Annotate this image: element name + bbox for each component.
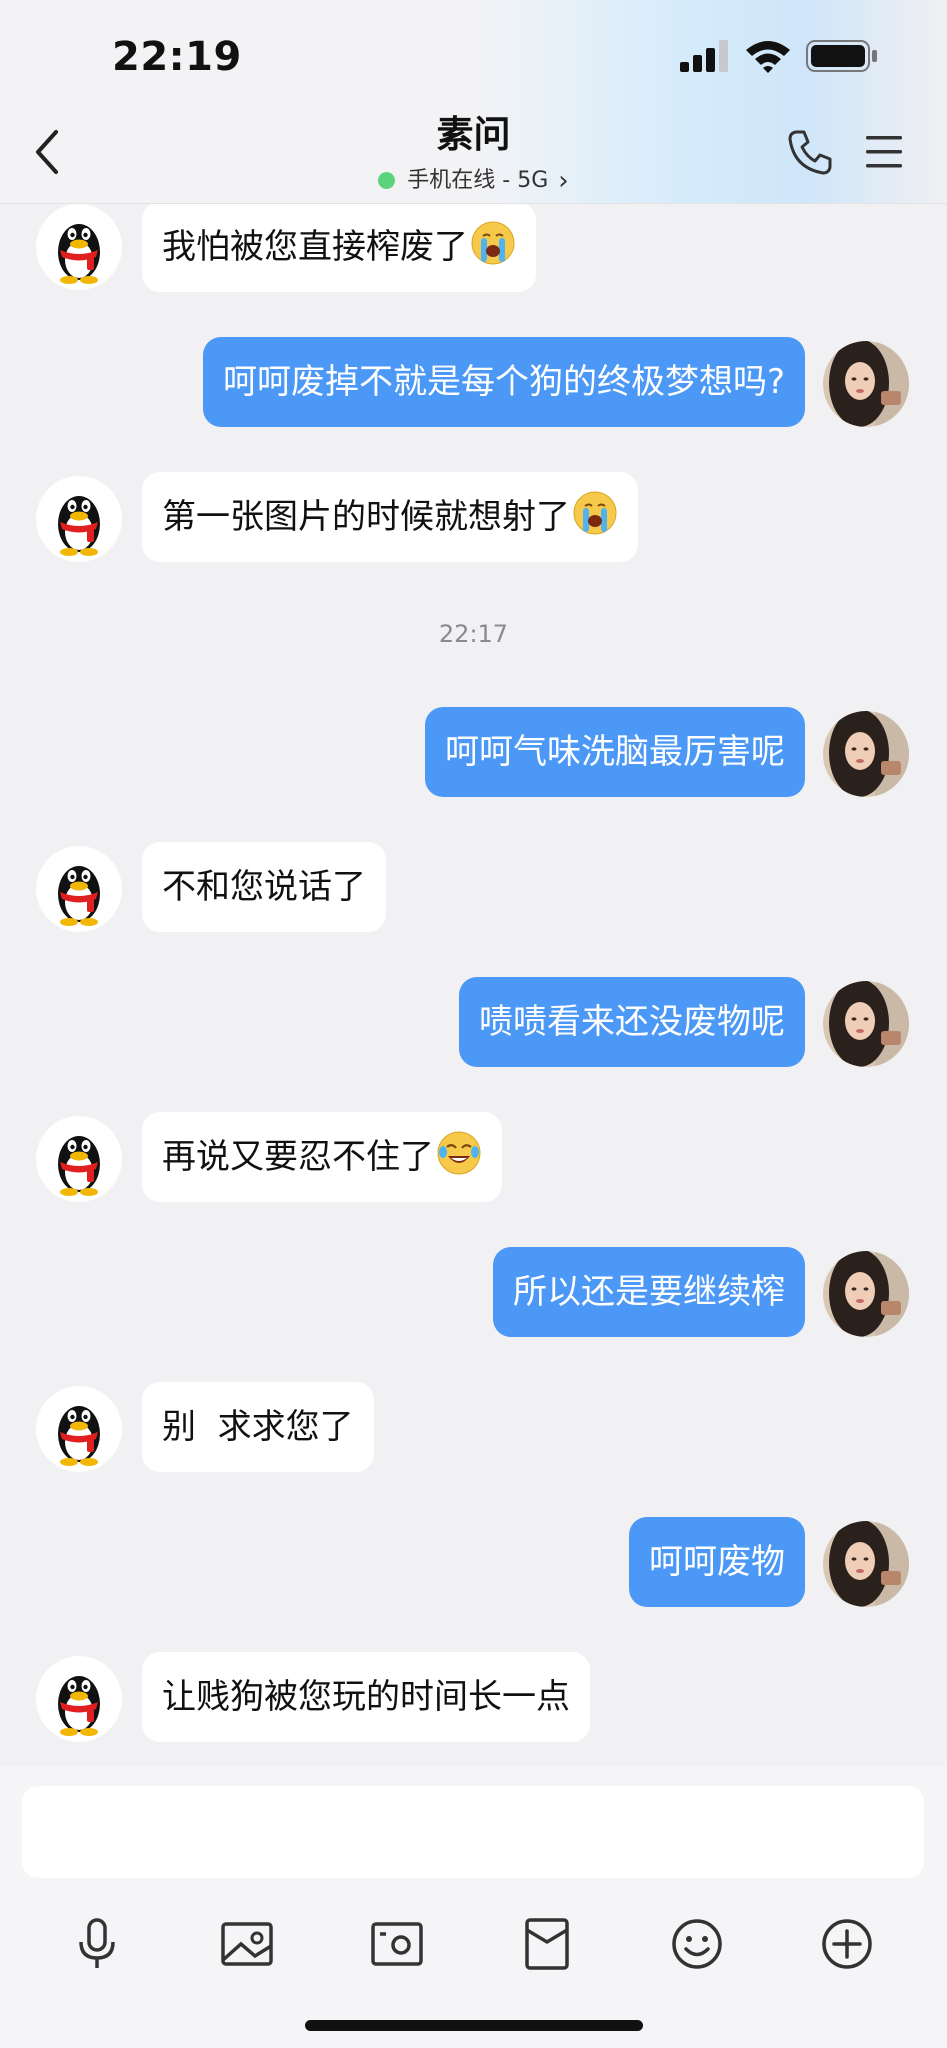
- penguin-avatar-icon: [58, 1676, 100, 1736]
- image-icon[interactable]: [219, 1916, 275, 1972]
- user-photo-icon: [823, 711, 909, 797]
- chat-area: 我怕被您直接榨废了 呵呵废掉不就是每个狗的终极梦想吗? 第一张图片的时候就想射了…: [0, 0, 947, 1766]
- user-avatar[interactable]: [823, 711, 909, 797]
- message-text: 呵呵气味洗脑最厉害呢: [445, 732, 785, 772]
- message-input[interactable]: [22, 1786, 924, 1878]
- online-dot-icon: [378, 172, 396, 189]
- message-bubble[interactable]: 所以还是要继续榨: [493, 1247, 805, 1337]
- user-avatar[interactable]: [823, 341, 909, 427]
- online-status-text: 手机在线 - 5G: [407, 168, 549, 193]
- red-packet-icon[interactable]: [519, 1916, 575, 1972]
- menu-icon[interactable]: [864, 132, 904, 172]
- wifi-icon: [746, 41, 790, 73]
- message-row: 呵呵气味洗脑最厉害呢: [0, 707, 947, 799]
- loudly-crying-face-icon: [471, 221, 515, 265]
- message-row: 我怕被您直接榨废了: [0, 200, 947, 292]
- user-avatar[interactable]: [823, 1521, 909, 1607]
- message-text: 呵呵废掉不就是每个狗的终极梦想吗?: [222, 362, 785, 402]
- message-bubble[interactable]: 我怕被您直接榨废了: [142, 202, 536, 292]
- message-row: 所以还是要继续榨: [0, 1247, 947, 1339]
- message-text: 第一张图片的时候就想射了: [162, 497, 570, 537]
- contact-avatar[interactable]: [36, 1656, 122, 1742]
- contact-avatar[interactable]: [36, 1386, 122, 1472]
- microphone-icon[interactable]: [69, 1916, 125, 1972]
- penguin-avatar-icon: [58, 224, 100, 284]
- message-text: 我怕被您直接榨废了: [162, 227, 468, 267]
- phone-icon[interactable]: [786, 128, 834, 176]
- message-bubble[interactable]: 再说又要忍不住了: [142, 1112, 502, 1202]
- cellular-signal-icon: [680, 40, 728, 72]
- user-photo-icon: [823, 1251, 909, 1337]
- message-text: 让贱狗被您玩的时间长一点: [162, 1677, 570, 1717]
- message-row: 啧啧看来还没废物呢: [0, 977, 947, 1069]
- message-bubble[interactable]: 不和您说话了: [142, 842, 386, 932]
- message-bubble[interactable]: 别 求求您了: [142, 1382, 374, 1472]
- message-bubble[interactable]: 啧啧看来还没废物呢: [459, 977, 805, 1067]
- message-bubble[interactable]: 让贱狗被您玩的时间长一点: [142, 1652, 590, 1742]
- message-text: 所以还是要继续榨: [513, 1272, 785, 1312]
- message-text: 再说又要忍不住了: [162, 1137, 434, 1177]
- composer: [0, 1766, 947, 2048]
- message-text: 呵呵废物: [649, 1542, 785, 1582]
- smiley-icon[interactable]: [669, 1916, 725, 1972]
- contact-avatar[interactable]: [36, 846, 122, 932]
- message-row: 再说又要忍不住了: [0, 1112, 947, 1204]
- chat-timestamp: 22:17: [438, 620, 509, 648]
- contact-avatar[interactable]: [36, 204, 122, 290]
- message-text: 不和您说话了: [162, 867, 366, 907]
- message-row: 呵呵废物: [0, 1517, 947, 1609]
- penguin-avatar-icon: [58, 866, 100, 926]
- user-avatar[interactable]: [823, 1251, 909, 1337]
- camera-icon[interactable]: [369, 1916, 425, 1972]
- message-row: 别 求求您了: [0, 1382, 947, 1474]
- penguin-avatar-icon: [58, 1406, 100, 1466]
- status-time: 22:19: [112, 34, 242, 80]
- penguin-avatar-icon: [58, 496, 100, 556]
- home-indicator: [305, 2020, 643, 2031]
- message-bubble[interactable]: 呵呵气味洗脑最厉害呢: [425, 707, 805, 797]
- loudly-crying-face-icon: [573, 491, 617, 535]
- message-text: 啧啧看来还没废物呢: [479, 1002, 785, 1042]
- message-bubble[interactable]: 第一张图片的时候就想射了: [142, 472, 638, 562]
- chat-header: 22:19 素问 手机在线 - 5G ›: [0, 0, 947, 204]
- chevron-right-icon: ›: [558, 166, 569, 196]
- contact-avatar[interactable]: [36, 476, 122, 562]
- user-photo-icon: [823, 341, 909, 427]
- message-row: 让贱狗被您玩的时间长一点: [0, 1652, 947, 1744]
- message-text: 别 求求您了: [162, 1407, 354, 1447]
- user-photo-icon: [823, 981, 909, 1067]
- battery-icon: [806, 40, 877, 72]
- contact-avatar[interactable]: [36, 1116, 122, 1202]
- message-row: 呵呵废掉不就是每个狗的终极梦想吗?: [0, 337, 947, 429]
- message-bubble[interactable]: 呵呵废掉不就是每个狗的终极梦想吗?: [202, 337, 805, 427]
- face-with-tears-of-joy-icon: [437, 1131, 481, 1175]
- message-row: 第一张图片的时候就想射了: [0, 472, 947, 564]
- penguin-avatar-icon: [58, 1136, 100, 1196]
- user-photo-icon: [823, 1521, 909, 1607]
- user-avatar[interactable]: [823, 981, 909, 1067]
- message-bubble[interactable]: 呵呵废物: [629, 1517, 805, 1607]
- plus-icon[interactable]: [819, 1916, 875, 1972]
- message-row: 不和您说话了: [0, 842, 947, 934]
